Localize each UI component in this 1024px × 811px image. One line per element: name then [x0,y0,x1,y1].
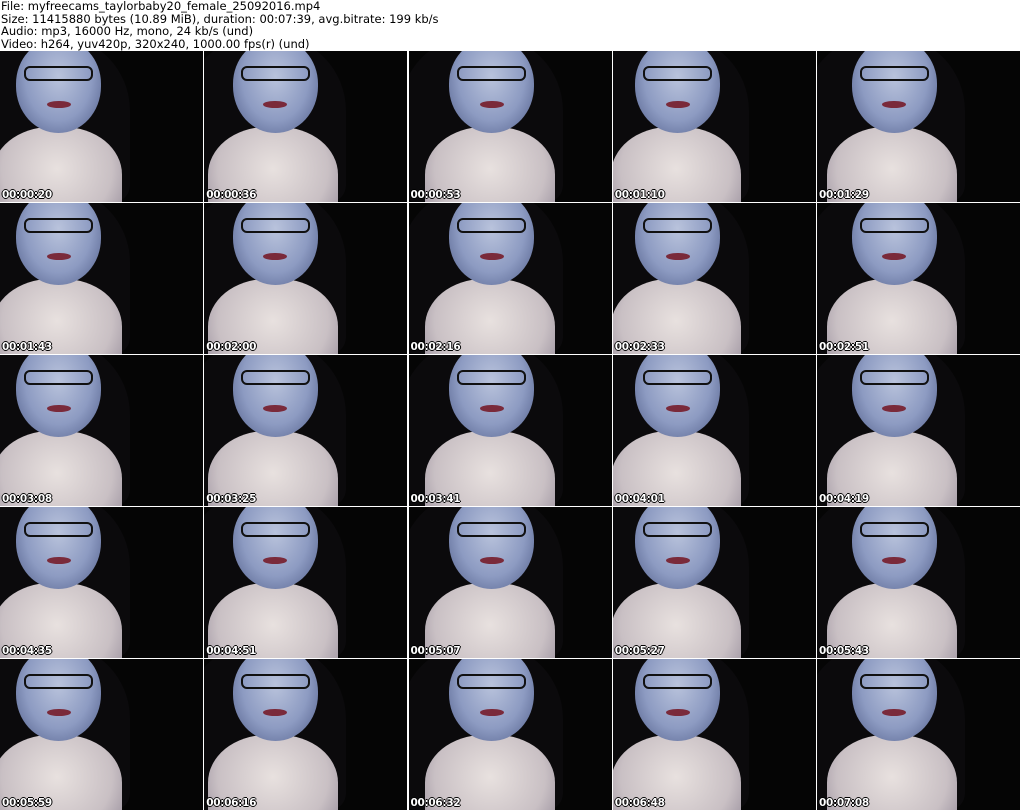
video-thumbnail[interactable]: 00:00:53 [408,51,612,202]
glasses-shape [24,522,94,538]
glasses-shape [240,218,310,234]
glasses-shape [643,370,713,386]
timestamp-label: 00:02:00 [206,341,257,353]
thumbnail-grid: 00:00:20 00:00:36 00:00:53 00:01:10 00:0… [0,51,1024,811]
glasses-shape [859,66,929,82]
video-thumbnail[interactable]: 00:06:32 [408,659,612,810]
timestamp-label: 00:00:36 [206,189,257,201]
audio-line: Audio: mp3, 16000 Hz, mono, 24 kb/s (und… [1,24,254,38]
timestamp-label: 00:02:33 [614,341,665,353]
glasses-shape [240,370,310,386]
timestamp-label: 00:05:07 [410,645,461,657]
video-thumbnail[interactable]: 00:07:08 [817,659,1020,810]
video-thumbnail[interactable]: 00:06:16 [204,659,408,810]
glasses-shape [24,674,94,690]
glasses-shape [457,66,527,82]
glasses-shape [24,218,94,234]
timestamp-label: 00:05:27 [614,645,665,657]
timestamp-label: 00:04:35 [2,645,52,657]
glasses-shape [643,218,713,234]
glasses-shape [457,370,527,386]
timestamp-label: 00:06:48 [614,797,665,809]
timestamp-label: 00:01:29 [819,189,869,201]
video-thumbnail[interactable]: 00:05:07 [408,507,612,658]
video-thumbnail[interactable]: 00:00:36 [204,51,408,202]
video-thumbnail[interactable]: 00:02:00 [204,203,408,354]
video-thumbnail[interactable]: 00:06:48 [612,659,816,810]
glasses-shape [240,66,310,82]
video-thumbnail[interactable]: 00:03:41 [408,355,612,506]
timestamp-label: 00:04:51 [206,645,257,657]
video-thumbnail[interactable]: 00:00:20 [0,51,203,202]
video-thumbnail[interactable]: 00:03:08 [0,355,203,506]
timestamp-label: 00:06:32 [410,797,461,809]
video-line: Video: h264, yuv420p, 320x240, 1000.00 f… [1,36,310,51]
file-info-header: File: myfreecams_taylorbaby20_female_250… [1,0,439,50]
timestamp-label: 00:07:08 [819,797,869,809]
video-thumbnail[interactable]: 00:04:19 [817,355,1020,506]
glasses-shape [240,674,310,690]
timestamp-label: 00:05:59 [2,797,52,809]
timestamp-label: 00:05:43 [819,645,869,657]
timestamp-label: 00:00:20 [2,189,52,201]
timestamp-label: 00:01:43 [2,341,52,353]
glasses-shape [643,522,713,538]
timestamp-label: 00:01:10 [614,189,665,201]
video-thumbnail[interactable]: 00:03:25 [204,355,408,506]
glasses-shape [457,522,527,538]
timestamp-label: 00:03:41 [410,493,461,505]
glasses-shape [457,218,527,234]
timestamp-label: 00:04:01 [614,493,665,505]
timestamp-label: 00:02:16 [410,341,461,353]
glasses-shape [859,370,929,386]
glasses-shape [24,66,94,82]
video-thumbnail[interactable]: 00:04:35 [0,507,203,658]
video-thumbnail[interactable]: 00:02:33 [612,203,816,354]
file-name-line: File: myfreecams_taylorbaby20_female_250… [1,0,321,13]
video-thumbnail[interactable]: 00:01:29 [817,51,1020,202]
timestamp-label: 00:04:19 [819,493,869,505]
timestamp-label: 00:00:53 [410,189,461,201]
video-thumbnail[interactable]: 00:04:01 [612,355,816,506]
video-thumbnail[interactable]: 00:04:51 [204,507,408,658]
video-thumbnail[interactable]: 00:01:10 [612,51,816,202]
glasses-shape [859,674,929,690]
glasses-shape [643,66,713,82]
video-thumbnail[interactable]: 00:05:27 [612,507,816,658]
timestamp-label: 00:03:08 [2,493,52,505]
glasses-shape [240,522,310,538]
video-thumbnail[interactable]: 00:05:59 [0,659,203,810]
glasses-shape [24,370,94,386]
timestamp-label: 00:03:25 [206,493,257,505]
timestamp-label: 00:02:51 [819,341,869,353]
glasses-shape [643,674,713,690]
glasses-shape [859,218,929,234]
timestamp-label: 00:06:16 [206,797,257,809]
video-thumbnail[interactable]: 00:02:51 [817,203,1020,354]
glasses-shape [457,674,527,690]
video-thumbnail[interactable]: 00:05:43 [817,507,1020,658]
glasses-shape [859,522,929,538]
video-thumbnail[interactable]: 00:02:16 [408,203,612,354]
video-thumbnail[interactable]: 00:01:43 [0,203,203,354]
